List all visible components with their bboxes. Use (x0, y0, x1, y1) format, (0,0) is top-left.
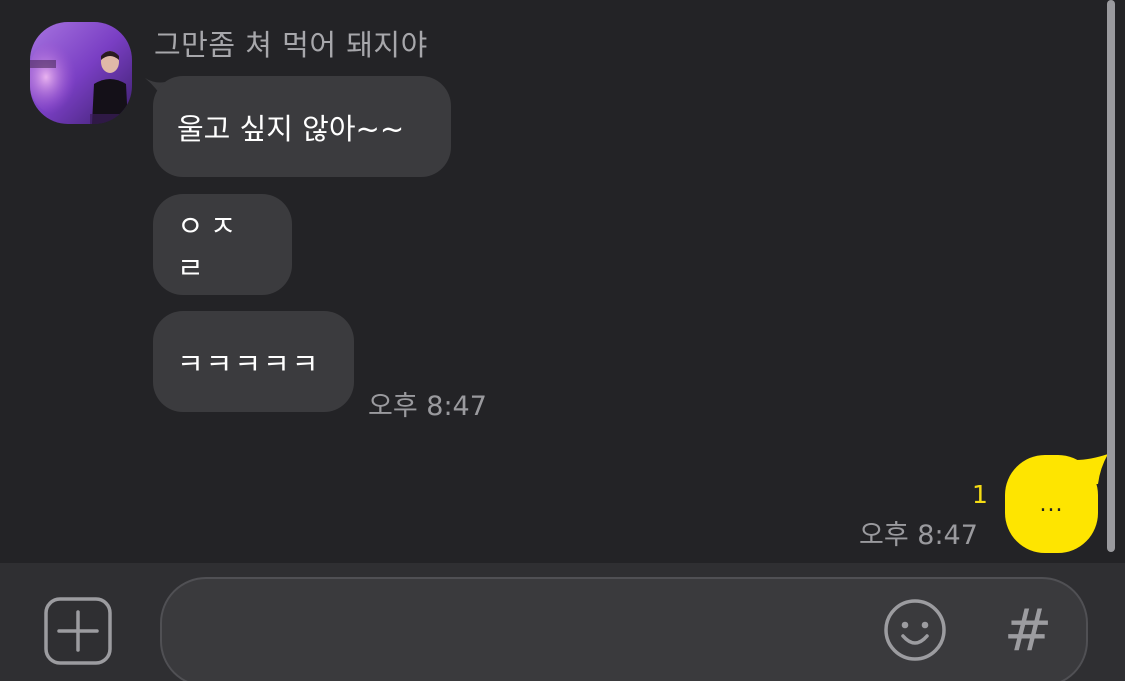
hashtag-icon: # (1003, 596, 1053, 664)
sender-name: 그만좀 쳐 먹어 돼지야 (154, 28, 428, 62)
message-list[interactable]: 그만좀 쳐 먹어 돼지야 울고 싶지 않아~~ ㅇㅈㄹ ㅋㅋㅋㅋㅋ 오후 8:4… (0, 0, 1125, 563)
message-timestamp: 오후 8:47 (859, 520, 978, 551)
incoming-message[interactable]: 울고 싶지 않아~~ (153, 76, 451, 177)
chat-screen: 그만좀 쳐 먹어 돼지야 울고 싶지 않아~~ ㅇㅈㄹ ㅋㅋㅋㅋㅋ 오후 8:4… (0, 0, 1125, 681)
message-input-box[interactable] (160, 577, 1088, 681)
incoming-message[interactable]: ㅇㅈㄹ (153, 194, 292, 295)
unread-count: 1 (972, 480, 988, 509)
avatar-photo (30, 22, 132, 124)
message-text: ... (1039, 491, 1064, 517)
add-attachment-button[interactable] (44, 597, 112, 665)
emoji-button[interactable] (883, 598, 947, 662)
emoji-icon (884, 599, 946, 661)
bubble-tail (1076, 454, 1108, 484)
sender-avatar[interactable] (30, 22, 132, 124)
message-input[interactable] (192, 607, 876, 653)
incoming-message[interactable]: ㅋㅋㅋㅋㅋ (153, 311, 354, 412)
plus-icon (44, 597, 112, 665)
message-timestamp: 오후 8:47 (368, 391, 487, 422)
hashtag-button[interactable]: # (1003, 598, 1053, 662)
message-text: ㅇㅈㄹ (177, 208, 243, 285)
message-text: 울고 싶지 않아~~ (177, 111, 405, 146)
scrollbar[interactable] (1107, 0, 1115, 552)
message-text: ㅋㅋㅋㅋㅋ (177, 346, 321, 381)
